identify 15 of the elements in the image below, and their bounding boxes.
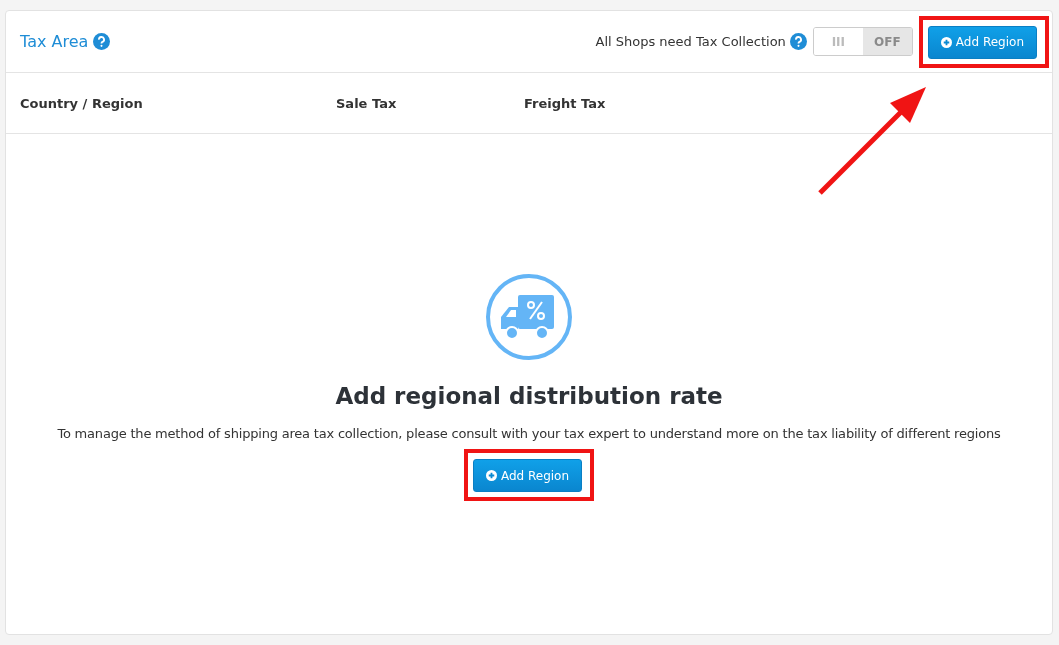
plus-circle-icon (485, 470, 497, 481)
section-title: Tax Area (20, 32, 89, 51)
delivery-truck-icon (485, 273, 573, 361)
add-region-button[interactable]: Add Region (472, 459, 583, 492)
help-icon[interactable] (93, 33, 111, 50)
empty-state-message: To manage the method of shipping area tax collection, please consult with your tax expert to understand more on the tax liability of different regions (57, 426, 1001, 441)
add-region-button[interactable]: Add Region (927, 25, 1037, 59)
empty-state-title: Add regional distribution rate (335, 383, 723, 409)
tax-collection-label: All Shops need Tax Collection (595, 34, 786, 49)
column-header: Freight Tax (524, 95, 607, 111)
plus-circle-icon (940, 36, 952, 48)
help-icon[interactable] (789, 33, 807, 50)
column-header: Country / Region (20, 95, 144, 111)
toggle-switch[interactable]: III OFF (812, 27, 913, 56)
column-header: Sale Tax (336, 95, 398, 111)
